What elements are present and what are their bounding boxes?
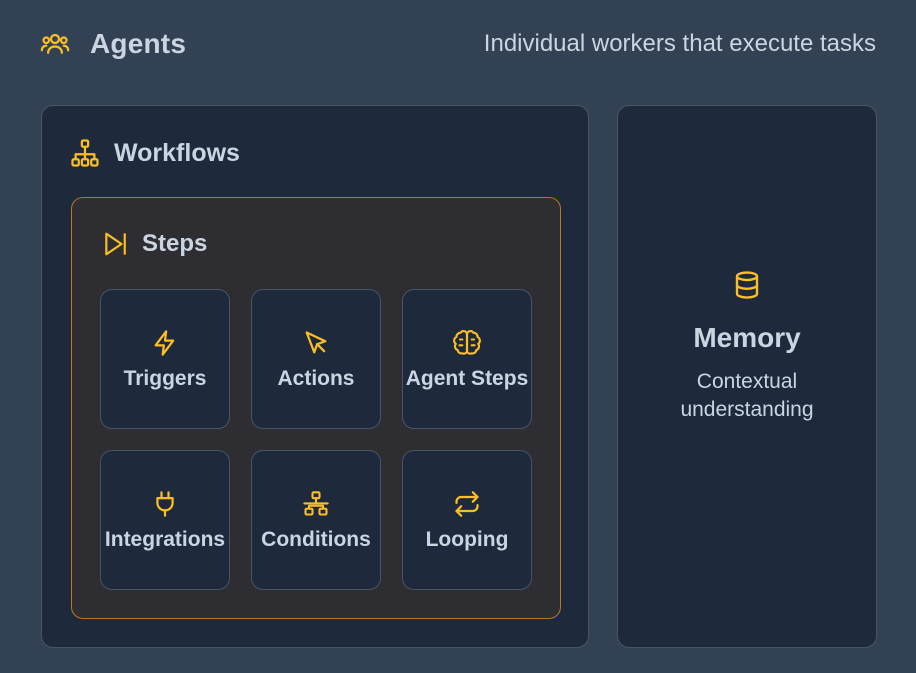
steps-title: Steps (142, 230, 208, 257)
step-tile-looping[interactable]: Looping (402, 450, 532, 590)
steps-panel: Steps Triggers Actions Agent Steps Integ… (71, 197, 561, 619)
repeat-icon (453, 490, 481, 518)
steps-grid: Triggers Actions Agent Steps Integration… (100, 289, 532, 590)
database-icon (732, 270, 762, 300)
workflows-title-row: Workflows (70, 138, 240, 168)
workflows-panel: Workflows Steps Triggers Actions Agent S… (41, 105, 589, 648)
step-label: Agent Steps (405, 367, 529, 390)
sitemap-icon (70, 138, 100, 168)
agents-header: Agents Individual workers that execute t… (40, 24, 876, 64)
step-tile-triggers[interactable]: Triggers (100, 289, 230, 429)
memory-description: Contextual understanding (680, 369, 814, 421)
step-label: Triggers (123, 367, 207, 390)
step-label: Actions (277, 367, 355, 390)
step-tile-integrations[interactable]: Integrations (100, 450, 230, 590)
step-tile-agent-steps[interactable]: Agent Steps (402, 289, 532, 429)
agents-title-group: Agents (40, 28, 186, 60)
memory-panel: Memory Contextual understanding (617, 105, 877, 648)
step-label: Looping (425, 528, 509, 551)
brain-icon (453, 329, 481, 357)
step-tile-conditions[interactable]: Conditions (251, 450, 381, 590)
steps-title-row: Steps (102, 230, 207, 258)
agents-title: Agents (90, 28, 187, 59)
network-icon (302, 490, 330, 518)
step-label: Conditions (261, 528, 371, 551)
step-forward-icon (102, 230, 128, 258)
zap-icon (151, 329, 179, 357)
step-label: Integrations (104, 528, 226, 551)
workflows-title: Workflows (114, 138, 240, 167)
mouse-pointer-icon (302, 329, 330, 357)
step-tile-actions[interactable]: Actions (251, 289, 381, 429)
agents-description: Individual workers that execute tasks (483, 30, 876, 57)
memory-title: Memory (693, 321, 801, 353)
users-icon (40, 29, 70, 59)
plug-icon (151, 490, 179, 518)
